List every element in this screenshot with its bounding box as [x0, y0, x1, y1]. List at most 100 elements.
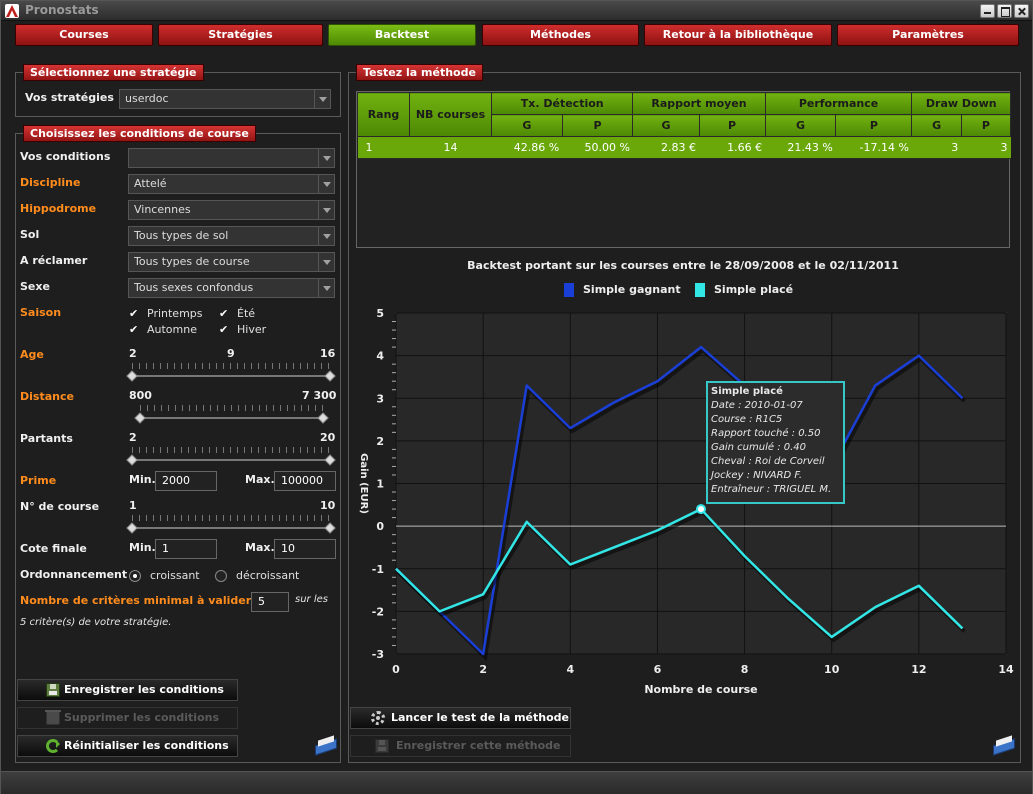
discipline-select[interactable]: Attelé [128, 174, 335, 194]
cote-min-input[interactable]: 1 [155, 539, 217, 559]
checkbox-automne[interactable]: ✔ [129, 324, 140, 335]
y-tick-label: 5 [376, 307, 384, 320]
trash-icon [45, 710, 61, 725]
col-det-g: G [491, 114, 563, 137]
prime-max-label: Max. [245, 473, 275, 486]
cell-rang: 1 [357, 136, 410, 159]
criteres-input[interactable]: 5 [251, 592, 289, 612]
radio-decroissant[interactable] [215, 570, 227, 582]
partants-slider[interactable] [132, 459, 330, 461]
reclamer-label: A réclamer [20, 254, 88, 267]
radio-croissant[interactable] [129, 570, 141, 582]
tab-strategies[interactable]: Stratégies [158, 24, 323, 46]
status-bar [1, 771, 1032, 794]
title-bar: Pronostats [1, 1, 1032, 21]
prime-min-input[interactable]: 2000 [155, 471, 217, 491]
reclamer-value: Tous types de course [134, 255, 250, 268]
y-tick-label: 2 [376, 435, 384, 448]
save-method-label: Enregistrer cette méthode [396, 739, 561, 752]
discipline-label: Discipline [20, 176, 81, 189]
distance-max-value: 7 300 [302, 389, 337, 402]
backtest-chart[interactable]: 0 2 4 6 8 10 12 14-3-2-1012345Nombre de courseG… [349, 301, 1019, 701]
cell-perf-p: -17.14 % [835, 136, 912, 159]
x-tick-label: 8 [741, 663, 749, 676]
prime-max-input[interactable]: 100000 [274, 471, 336, 491]
x-tick-label: 2 [479, 663, 487, 676]
checkbox-hiver[interactable]: ✔ [219, 324, 230, 335]
distance-label: Distance [20, 390, 74, 403]
y-tick-label: -1 [372, 563, 384, 576]
delete-conditions-label: Supprimer les conditions [64, 711, 219, 724]
hippodrome-label: Hippodrome [20, 202, 97, 215]
sexe-value: Tous sexes confondus [134, 281, 254, 294]
save-conditions-button[interactable]: Enregistrer les conditions [17, 679, 238, 701]
launch-test-button[interactable]: Lancer le test de la méthode [350, 707, 571, 729]
sexe-select[interactable]: Tous sexes confondus [128, 278, 335, 298]
legend-place[interactable]: Simple placé [714, 283, 793, 296]
reclamer-select[interactable]: Tous types de course [128, 252, 335, 272]
cote-max-label: Max. [245, 541, 275, 554]
table-row[interactable]: 1 14 42.86 % 50.00 % 2.83 € 1.66 € 21.43… [357, 136, 1011, 159]
delete-conditions-button[interactable]: Supprimer les conditions [17, 707, 238, 729]
x-tick-label: 6 [654, 663, 662, 676]
book-icon[interactable] [315, 738, 337, 752]
cell-det-p: 50.00 % [562, 136, 633, 159]
book-icon[interactable] [993, 738, 1015, 752]
col-dd-p: P [960, 114, 1012, 137]
age-min-value: 2 [129, 347, 137, 360]
tooltip-line: Date : 2010-01-07 [711, 400, 803, 411]
legend-swatch-place [695, 283, 705, 297]
col-drawdown: Draw Down [911, 92, 1011, 115]
criteres-line2: 5 critère(s) de votre stratégie. [20, 617, 172, 628]
chevron-down-icon [318, 149, 334, 167]
tab-retour-bibliotheque[interactable]: Retour à la bibliothèque [644, 24, 832, 46]
save-icon [375, 739, 389, 753]
criteres-label: Nombre de critères minimal à valider : [20, 594, 260, 607]
tooltip-line: Cheval : Roi de Corveil [711, 456, 825, 467]
app-window: Pronostats Courses Stratégies Backtest M… [0, 0, 1033, 794]
chevron-down-icon [318, 227, 334, 245]
strategies-label: Vos stratégies [25, 91, 114, 104]
x-tick-label: 10 [824, 663, 840, 676]
discipline-value: Attelé [134, 177, 167, 190]
cell-perf-g: 21.43 % [765, 136, 836, 159]
tab-parametres[interactable]: Paramètres [837, 24, 1019, 46]
vos-conditions-label: Vos conditions [20, 150, 111, 163]
legend-swatch-gagnant [564, 283, 574, 297]
tab-courses[interactable]: Courses [15, 24, 153, 46]
distance-slider[interactable] [140, 417, 323, 419]
tab-methodes[interactable]: Méthodes [482, 24, 639, 46]
cell-rap-g: 2.83 € [632, 136, 699, 159]
partants-slider-ticks [132, 447, 330, 453]
results-table: Rang NB courses Tx. Détection Rapport mo… [356, 91, 1012, 248]
col-rang: Rang [357, 92, 410, 137]
x-tick-label: 12 [911, 663, 926, 676]
checkbox-printemps[interactable]: ✔ [129, 308, 140, 319]
y-axis-label: Gain (EUR) [358, 453, 369, 514]
prime-min-label: Min. [129, 473, 156, 486]
checkbox-ete[interactable]: ✔ [219, 308, 230, 319]
cote-max-input[interactable]: 10 [274, 539, 336, 559]
col-rap-p: P [698, 114, 766, 137]
minimize-icon[interactable] [980, 4, 995, 18]
hippodrome-select[interactable]: Vincennes [128, 200, 335, 220]
save-method-button[interactable]: Enregistrer cette méthode [350, 735, 571, 757]
strategy-select[interactable]: userdoc [119, 89, 331, 109]
vos-conditions-select[interactable] [128, 148, 335, 168]
reset-conditions-button[interactable]: Réinitialiser les conditions [17, 735, 238, 757]
app-logo-icon [5, 4, 19, 18]
strategy-select-value: userdoc [125, 92, 169, 105]
tab-backtest[interactable]: Backtest [328, 24, 476, 46]
chevron-down-icon [314, 90, 330, 108]
sol-select[interactable]: Tous types de sol [128, 226, 335, 246]
age-mid-value: 9 [227, 347, 235, 360]
num-course-slider-ticks [132, 515, 330, 521]
radio-croissant-label: croissant [150, 569, 200, 582]
ordre-label: Ordonnancement [20, 568, 128, 581]
maximize-icon[interactable] [997, 4, 1012, 18]
age-slider[interactable] [132, 375, 330, 377]
legend-gagnant[interactable]: Simple gagnant [583, 283, 681, 296]
strategy-panel-title: Sélectionnez une stratégie [23, 64, 204, 81]
num-course-slider[interactable] [132, 527, 330, 529]
close-icon[interactable] [1014, 4, 1029, 18]
